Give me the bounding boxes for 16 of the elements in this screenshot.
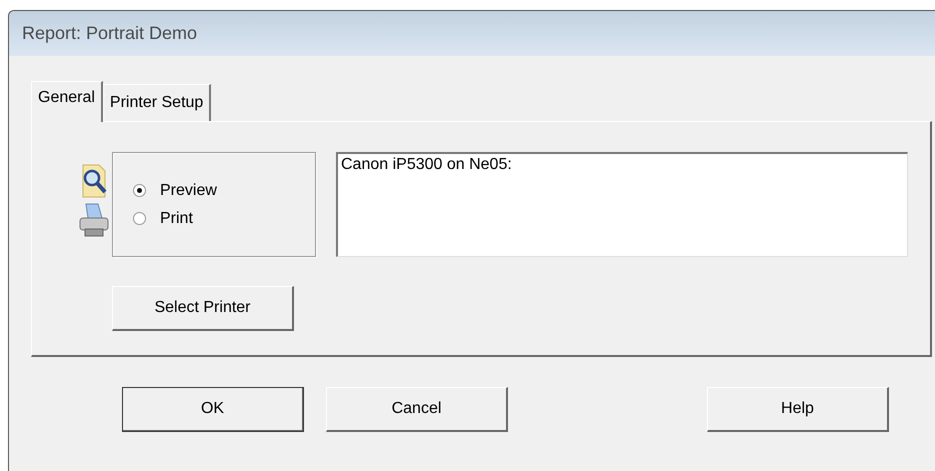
window-title: Report: Portrait Demo <box>22 23 198 44</box>
printer-field[interactable]: Canon iP5300 on Ne05: <box>336 152 908 257</box>
radio-label: Preview <box>160 182 217 200</box>
dialog-button[interactable]: Cancel <box>326 387 508 432</box>
dialog-button[interactable]: OK <box>122 387 304 432</box>
radio-button[interactable] <box>133 212 146 225</box>
radio-option[interactable]: Preview <box>133 182 315 200</box>
radio-label: Print <box>160 210 193 228</box>
magnifier-icon <box>80 164 108 198</box>
select-printer-button[interactable]: Select Printer <box>112 286 294 331</box>
printer-icon <box>78 202 110 238</box>
radio-button[interactable] <box>133 184 146 197</box>
radio-option[interactable]: Print <box>133 210 315 228</box>
dialog-button[interactable]: Help <box>707 387 889 432</box>
tab[interactable]: Printer Setup <box>102 84 212 121</box>
tab[interactable]: General <box>31 81 103 122</box>
